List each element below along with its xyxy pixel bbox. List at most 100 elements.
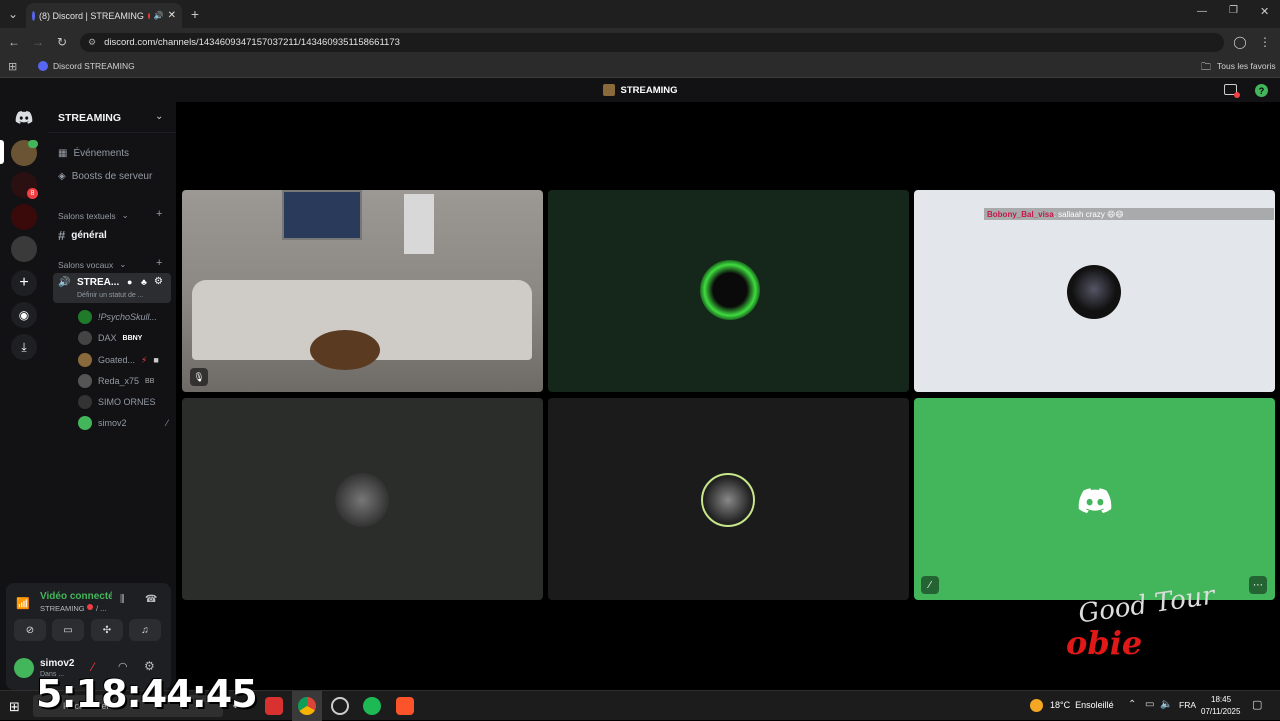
channel-general[interactable]: # général	[58, 228, 107, 243]
text-channels-header[interactable]: Salons textuels ⌄	[58, 210, 129, 221]
forward-icon[interactable]: →	[31, 35, 45, 49]
video-tile-discord[interactable]: ⁄ ⋯	[914, 398, 1275, 600]
recording-icon	[147, 12, 150, 19]
voice-member[interactable]: !PsychoSkull...	[78, 310, 172, 324]
photo-avatar	[335, 473, 389, 527]
add-voice-channel-icon[interactable]: +	[156, 257, 162, 269]
avatar	[78, 310, 92, 324]
soundboard-button[interactable]: ♫	[129, 619, 161, 641]
site-info-icon[interactable]: ⚙	[88, 37, 96, 48]
chat-overlay: Bobony_Bal_visa : sallaah crazy 😄😄	[984, 208, 1274, 220]
discord-favicon-icon	[32, 10, 35, 21]
new-tab-icon[interactable]: +	[188, 6, 202, 22]
close-tab-icon[interactable]: ✕	[168, 10, 176, 21]
watermark-logo: obie	[1066, 624, 1143, 662]
voice-member[interactable]: Reda_x75 BB	[78, 374, 172, 388]
reload-icon[interactable]: ↻	[55, 35, 69, 49]
tray-chevron-icon[interactable]: ⌃	[1128, 699, 1136, 710]
help-icon[interactable]: ?	[1255, 84, 1268, 97]
profile-icon[interactable]: ◯	[1233, 35, 1247, 49]
unread-badge: 8	[27, 188, 38, 199]
screen-share-button[interactable]: ▭	[52, 619, 84, 641]
voice-member[interactable]: SIMO ORNES	[78, 395, 172, 409]
menu-icon[interactable]: ⋮	[1258, 35, 1272, 49]
download-icon[interactable]: ⤓	[11, 334, 37, 360]
discord-home-icon[interactable]	[11, 104, 37, 130]
voice-channels-header[interactable]: Salons vocaux ⌄	[58, 259, 126, 270]
camera-off-icon: ⊘	[25, 624, 35, 636]
volume-icon[interactable]: 🔈	[1160, 699, 1172, 710]
app-anydesk-icon[interactable]	[265, 697, 283, 715]
windows-start-icon[interactable]: ⊞	[9, 699, 20, 715]
boosts-item[interactable]: ◈ Boosts de serveur	[58, 171, 152, 182]
bookmark-discord-streaming[interactable]: Discord STREAMING	[53, 61, 135, 71]
network-icon[interactable]: ▭	[1145, 699, 1154, 710]
inbox-icon[interactable]	[1224, 84, 1240, 98]
invite-icon[interactable]: ♣	[141, 277, 147, 287]
spotify-icon[interactable]	[363, 697, 381, 715]
muted-icon: ⚡	[141, 354, 148, 365]
browser-tab-bar: ⌄ (8) Discord | STREAMING 🔊 ✕ + — ❐ ✕	[0, 0, 1280, 28]
browser-tab[interactable]: (8) Discord | STREAMING 🔊 ✕	[26, 3, 182, 28]
more-options-icon[interactable]: ⋯	[1249, 576, 1267, 594]
screen-share-icon: ▭	[63, 624, 73, 636]
activities-button[interactable]: ✣	[91, 619, 123, 641]
user-settings-icon[interactable]: ⚙	[144, 659, 155, 673]
video-tile-dark[interactable]	[548, 398, 909, 600]
deafened-icon: ⁄	[166, 418, 168, 428]
settings-icon[interactable]: ⚙	[154, 276, 163, 287]
chat-icon[interactable]: ●	[127, 277, 132, 287]
camera-off-button[interactable]: ⊘	[14, 619, 46, 641]
alien-logo-avatar	[700, 260, 760, 320]
hashtag-icon: #	[58, 228, 66, 243]
apps-grid-icon[interactable]: ⊞	[8, 60, 17, 73]
notifications-icon[interactable]: ▢	[1252, 698, 1262, 711]
voice-member[interactable]: simov2 ⁄	[78, 416, 172, 430]
brave-icon[interactable]	[396, 697, 414, 715]
video-tile-photo[interactable]	[182, 398, 543, 600]
discover-icon[interactable]: ◉	[11, 302, 37, 328]
audio-icon[interactable]: 🔊	[154, 11, 164, 20]
self-avatar[interactable]	[14, 658, 34, 678]
close-window-icon[interactable]: ✕	[1260, 5, 1269, 18]
voice-channel-streaming[interactable]: 🔊 STREA... ● ♣ ⚙ Définir un statut de ..…	[53, 273, 171, 303]
soundboard-icon: ♫	[141, 624, 149, 636]
disconnect-icon[interactable]: ☎	[145, 594, 157, 605]
calendar-icon: ▦	[58, 148, 68, 159]
obs-icon[interactable]	[331, 697, 349, 715]
avatar	[78, 353, 92, 367]
selected-server-indicator	[0, 140, 4, 164]
add-text-channel-icon[interactable]: +	[156, 208, 162, 220]
chrome-icon[interactable]	[298, 697, 316, 715]
tab-search-icon[interactable]: ⌄	[6, 7, 20, 21]
address-bar[interactable]: ⚙ discord.com/channels/14346093471570372…	[80, 33, 1224, 52]
video-tile-alien[interactable]	[548, 190, 909, 392]
server-4[interactable]	[11, 236, 37, 262]
server-menu-chevron-icon[interactable]: ⌄	[155, 111, 163, 122]
server-3[interactable]	[11, 204, 37, 230]
all-bookmarks[interactable]: Tous les favoris	[1217, 61, 1276, 71]
folder-icon: 🗀	[1201, 62, 1211, 73]
server-icon	[602, 84, 615, 96]
add-server-icon[interactable]: +	[11, 270, 37, 296]
voice-member[interactable]: DAX BBNY	[78, 331, 172, 345]
server-name[interactable]: STREAMING	[58, 112, 121, 124]
speaking-avatar	[701, 473, 755, 527]
activities-icon: ✣	[102, 624, 112, 636]
video-tile-camera[interactable]: 🎙	[182, 190, 543, 392]
camera-icon: ■	[153, 355, 159, 365]
events-item[interactable]: ▦ Événements	[58, 148, 129, 159]
back-icon[interactable]: ←	[7, 35, 21, 49]
boost-icon: ◈	[58, 171, 66, 182]
url-text: discord.com/channels/1434609347157037211…	[104, 37, 400, 48]
hooded-avatar	[1067, 265, 1121, 319]
avatar	[78, 395, 92, 409]
voice-member[interactable]: Goated... ⚡ ■	[78, 353, 172, 367]
avatar	[78, 374, 92, 388]
minimize-icon[interactable]: —	[1197, 6, 1207, 17]
noise-suppression-icon[interactable]: ⫼	[120, 594, 125, 605]
restore-icon[interactable]: ❐	[1229, 5, 1238, 16]
video-tile-light[interactable]: Bobony_Bal_visa : sallaah crazy 😄😄	[914, 190, 1275, 392]
speaker-icon: 🔊	[58, 277, 71, 288]
signal-icon: 📶	[16, 598, 30, 610]
